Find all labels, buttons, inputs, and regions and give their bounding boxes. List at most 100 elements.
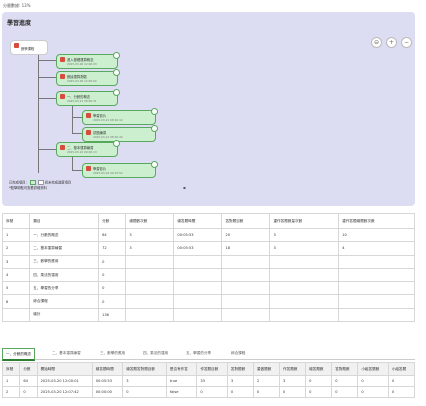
- table-cell: 0: [305, 375, 333, 387]
- table-cell: 00:05:53: [173, 227, 223, 243]
- table-row: 4 四、乘法的運用 0: [1, 267, 415, 283]
- table-cell: 00:05:53: [173, 241, 223, 256]
- summary-table: 序號 類目 分數 總題數次數 總答題時間 答對題目數 重作答題數量次數 重作答題…: [1, 213, 415, 323]
- tab-category-5[interactable]: 五、學習的分享: [183, 348, 214, 358]
- column-header: 分數: [19, 362, 38, 376]
- table-cell: [338, 294, 415, 309]
- tab-category-2[interactable]: 二、基本運算練習: [49, 348, 84, 358]
- table-cell: [221, 294, 271, 309]
- zoom-out-button[interactable]: −: [401, 37, 412, 48]
- table-cell: 0: [331, 386, 359, 398]
- column-header: 答對題數: [226, 362, 254, 376]
- table-row: 總計 136: [1, 307, 415, 323]
- table-cell: [1, 307, 31, 323]
- table-row: 3 三、數學的應用 0: [1, 254, 415, 269]
- table-cell: 00:00:00: [91, 386, 124, 398]
- column-header: 是否有作答: [165, 362, 198, 376]
- flag-icon: [60, 57, 65, 62]
- tree-connector: [72, 104, 73, 133]
- table-cell: 10: [338, 227, 415, 243]
- table-cell: 2: [252, 375, 281, 387]
- table-cell: 綜合課程: [29, 294, 100, 309]
- table-cell: [173, 281, 223, 296]
- table-cell: 5: [1, 281, 31, 296]
- table-cell: [173, 254, 223, 269]
- tree-node[interactable]: 數據運算測驗 2025-03-20 12:05:02: [56, 69, 120, 86]
- table-cell: 0: [98, 254, 127, 269]
- column-header: 序號: [1, 213, 31, 229]
- tree-node[interactable]: 一、分數的概念 2025-03-21 08:00:31: [56, 89, 120, 106]
- tree-node[interactable]: 二、基本運算練習 2025-03-22 09:00:13: [56, 140, 120, 157]
- tree-connector: [38, 149, 56, 150]
- tree-node[interactable]: 試題練習 2025-03-21 08:20:44: [82, 125, 158, 142]
- table-cell: 0: [19, 386, 38, 398]
- table-row: 1 64 2025-03-20 12:00:01 00:05:53 3 true 33 3 2 3…: [1, 375, 416, 387]
- table-cell: [221, 307, 271, 323]
- table-cell: [269, 267, 340, 283]
- table-cell: 3: [125, 227, 175, 243]
- video-icon: [86, 166, 91, 171]
- table-row: 5 五、學習的分享 0: [1, 281, 415, 296]
- dot-marker: ▪: [183, 185, 186, 190]
- column-header: 開始時間: [36, 362, 93, 376]
- table-cell: 二、基本運算練習: [29, 241, 100, 256]
- flag-icon: [60, 74, 65, 79]
- column-header: 作答題目數: [196, 362, 228, 376]
- book-icon: [60, 94, 65, 99]
- table-cell: 2: [1, 241, 31, 256]
- table-row: 2 0 2025-03-20 12:07:42 00:00:00 0 false 0 0 0 0 0…: [1, 386, 416, 398]
- learning-progress-panel: [2, 12, 415, 206]
- tree-connector: [38, 77, 56, 78]
- pending-swatch: [37, 180, 44, 185]
- tree-node[interactable]: 學習影片 2025-03-22 09:15:52: [82, 161, 158, 178]
- check-icon: [151, 125, 158, 132]
- column-header: 作答題數: [279, 362, 307, 376]
- table-header-row: 序號 類目 分數 總題數次數 總答題時間 答對題目數 重作答題數量次數 重作答題…: [1, 213, 415, 229]
- table-cell: 1: [1, 375, 21, 387]
- tree-connector: [72, 133, 82, 134]
- table-cell: 3: [279, 375, 307, 387]
- check-icon: [113, 69, 120, 76]
- tree-node[interactable]: 學習影片 2025-03-21 08:10:12: [82, 108, 158, 125]
- table-cell: 0: [387, 386, 416, 398]
- table-cell: [125, 254, 175, 269]
- table-header-row: 序號 分數 開始時間 總答題時間 總答題答對題目數 是否有作答 作答題目數 答對題數 重做題數作…: [1, 362, 416, 376]
- table-cell: 20: [221, 227, 271, 243]
- tree-connector: [72, 117, 82, 118]
- table-cell: 136: [98, 307, 127, 323]
- table-cell: 1: [1, 227, 31, 243]
- fit-view-button[interactable]: ⊖: [371, 37, 382, 48]
- table-row: 6 綜合課程 0: [1, 294, 415, 309]
- tree-node-root[interactable]: 數學課程: [10, 40, 48, 55]
- table-cell: 總計: [29, 307, 100, 323]
- tab-category-3[interactable]: 三、數學的應用: [97, 348, 128, 358]
- panel-title: 學習進度: [7, 20, 32, 27]
- tree-node[interactable]: 進入基礎運算概念 2025-03-20 12:00:03: [56, 52, 120, 69]
- check-icon: [113, 140, 120, 147]
- table-cell: [221, 254, 271, 269]
- table-cell: 0: [279, 386, 307, 398]
- table-cell: [269, 254, 340, 269]
- column-header: 小組答題數: [357, 362, 389, 376]
- table-cell: [338, 254, 415, 269]
- table-cell: [125, 267, 175, 283]
- column-header: 類目: [29, 213, 100, 229]
- table-cell: [173, 307, 223, 323]
- table-cell: [269, 294, 340, 309]
- table-cell: 3: [125, 241, 175, 256]
- table-cell: 3: [122, 375, 167, 387]
- table-cell: 0: [196, 386, 228, 398]
- table-cell: 0: [357, 386, 389, 398]
- tab-category-1[interactable]: 一、分數的概念: [2, 348, 36, 361]
- tab-category-4[interactable]: 四、乘法的運用: [140, 348, 171, 358]
- completed-swatch: [29, 180, 36, 185]
- zoom-in-button[interactable]: +: [386, 37, 397, 48]
- tab-category-6[interactable]: 綜合課程: [228, 348, 248, 358]
- column-header: 重作答題總題數次數: [338, 213, 415, 229]
- table-cell: 6: [1, 294, 31, 309]
- table-cell: 0: [357, 375, 389, 387]
- quiz-icon: [86, 130, 91, 135]
- table-cell: false: [165, 386, 198, 398]
- column-header: 總答題數: [305, 362, 333, 376]
- table-cell: 0: [252, 386, 281, 398]
